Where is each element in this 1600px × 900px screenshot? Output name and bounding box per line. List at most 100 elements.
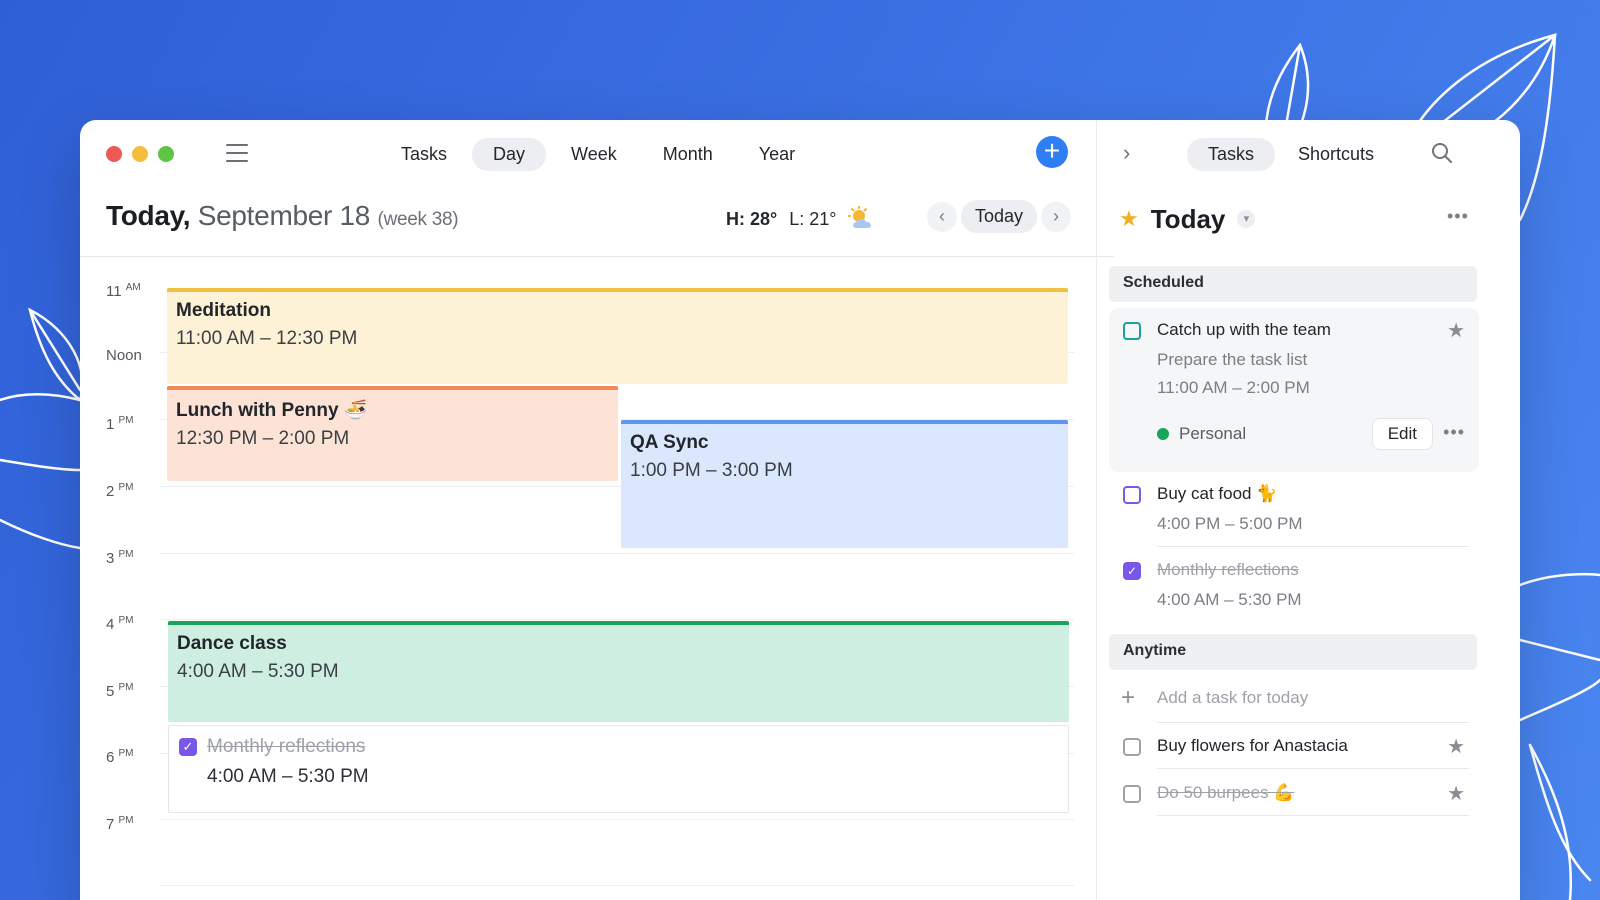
sidebar-title: Today <box>1150 203 1226 234</box>
sidebar-tabs: Tasks Shortcuts <box>1187 138 1395 171</box>
task-time: 4:00 PM – 5:00 PM <box>1157 514 1303 533</box>
event-title: QA Sync <box>630 432 709 453</box>
today-label: Today, <box>106 200 191 231</box>
minimize-window-button[interactable] <box>132 146 148 162</box>
tab-week[interactable]: Week <box>550 138 638 171</box>
plus-icon[interactable]: + <box>1036 136 1068 168</box>
hour-label: 4 PM <box>106 615 134 633</box>
event-title: Lunch with Penny 🍜 <box>176 400 368 421</box>
edit-button[interactable]: Edit <box>1371 418 1433 450</box>
sidebar-header: ★ Today ▾ <box>1119 202 1479 236</box>
more-icon[interactable]: ••• <box>1447 206 1469 227</box>
task-monthly-reflections[interactable]: ✓ Monthly reflections 4:00 AM – 5:30 PM <box>168 725 1069 813</box>
plus-icon: + <box>1121 684 1136 711</box>
task-separator <box>1157 815 1469 816</box>
event-qa-sync[interactable]: QA Sync 1:00 PM – 3:00 PM <box>621 420 1068 548</box>
date-navigation: ‹ Today › <box>926 200 1071 233</box>
hour-label: 11 AM <box>106 282 141 300</box>
section-anytime: Anytime <box>1109 634 1477 670</box>
add-task-placeholder: Add a task for today <box>1157 688 1309 707</box>
tasks-sidebar: › Tasks Shortcuts ★ Today ▾ ••• Schedule… <box>1096 120 1520 900</box>
checkbox[interactable] <box>1123 785 1141 803</box>
hour-label: 3 PM <box>106 549 134 567</box>
task-title: Buy cat food 🐈 <box>1157 484 1278 503</box>
tag-label: Personal <box>1179 424 1247 443</box>
event-time: 4:00 AM – 5:30 PM <box>207 766 369 787</box>
task-title: Do 50 burpees 💪 <box>1157 783 1295 802</box>
tag-dot <box>1157 428 1169 440</box>
star-icon: ★ <box>1119 206 1139 231</box>
hour-gridline <box>160 553 1074 554</box>
date-header: Today, September 18 (week 38) H: 28° L: … <box>106 200 1071 244</box>
list-item[interactable]: Buy cat food 🐈 4:00 PM – 5:00 PM <box>1109 480 1479 546</box>
task-time: 11:00 AM – 2:00 PM <box>1157 378 1310 397</box>
more-icon[interactable]: ••• <box>1443 422 1465 443</box>
checkbox[interactable] <box>1123 738 1141 756</box>
star-icon[interactable]: ★ <box>1447 318 1465 343</box>
task-separator <box>1157 722 1469 723</box>
tab-sidebar-shortcuts[interactable]: Shortcuts <box>1277 138 1395 171</box>
task-subtitle: Prepare the task list <box>1157 350 1308 369</box>
tab-day[interactable]: Day <box>472 138 547 171</box>
close-window-button[interactable] <box>106 146 122 162</box>
chevron-right-icon[interactable]: › <box>1123 140 1130 166</box>
task-card[interactable]: Catch up with the team ★ Prepare the tas… <box>1109 308 1479 472</box>
hour-label: 5 PM <box>106 682 134 700</box>
task-time: 4:00 AM – 5:30 PM <box>1157 590 1302 609</box>
title-bar: Tasks Day Week Month Year + <box>80 120 1114 184</box>
event-title: Dance class <box>177 633 287 654</box>
partly-sunny-icon <box>848 206 872 228</box>
hour-label: 7 PM <box>106 815 134 833</box>
task-title: Monthly reflections <box>1157 560 1299 579</box>
list-item[interactable]: ✓ Monthly reflections 4:00 AM – 5:30 PM <box>1109 556 1479 622</box>
list-item[interactable]: Buy flowers for Anastacia ★ <box>1109 732 1479 772</box>
event-meditation[interactable]: Meditation 11:00 AM – 12:30 PM <box>167 288 1068 384</box>
high-temp: H: 28° <box>726 208 778 229</box>
chevron-left-icon[interactable]: ‹ <box>926 201 957 232</box>
event-time: 1:00 PM – 3:00 PM <box>630 460 793 481</box>
star-icon[interactable]: ★ <box>1447 781 1465 806</box>
search-icon[interactable] <box>1431 142 1453 164</box>
week-label: (week 38) <box>377 209 459 230</box>
list-item[interactable]: Do 50 burpees 💪 ★ <box>1109 779 1479 819</box>
check-icon[interactable]: ✓ <box>1123 562 1141 580</box>
tag-personal[interactable]: Personal <box>1157 424 1246 444</box>
checkbox[interactable] <box>1123 322 1141 340</box>
low-temp: L: 21° <box>789 208 837 229</box>
event-lunch[interactable]: Lunch with Penny 🍜 12:30 PM – 2:00 PM <box>167 386 618 481</box>
hour-label: Noon <box>106 347 142 364</box>
hamburger-icon[interactable] <box>226 144 248 162</box>
hour-label: 2 PM <box>106 482 134 500</box>
tab-tasks[interactable]: Tasks <box>380 138 468 171</box>
check-icon[interactable]: ✓ <box>179 738 197 756</box>
hour-label: 6 PM <box>106 748 134 766</box>
star-icon[interactable]: ★ <box>1447 734 1465 759</box>
task-title: Catch up with the team <box>1157 320 1331 339</box>
maximize-window-button[interactable] <box>158 146 174 162</box>
event-time: 11:00 AM – 12:30 PM <box>176 328 358 349</box>
event-time: 4:00 AM – 5:30 PM <box>177 661 339 682</box>
hour-label: 1 PM <box>106 415 134 433</box>
event-time: 12:30 PM – 2:00 PM <box>176 428 350 449</box>
section-scheduled: Scheduled <box>1109 266 1477 302</box>
today-button[interactable]: Today <box>960 200 1037 233</box>
task-separator <box>1157 768 1469 769</box>
hour-gridline <box>160 885 1074 886</box>
weather-widget: H: 28° L: 21° <box>726 206 876 232</box>
view-switcher: Tasks Day Week Month Year <box>380 138 816 171</box>
tab-month[interactable]: Month <box>642 138 734 171</box>
chevron-down-icon[interactable]: ▾ <box>1237 210 1256 228</box>
event-title: Meditation <box>176 300 271 321</box>
app-window: Tasks Day Week Month Year + Today, Septe… <box>80 120 1520 900</box>
chevron-right-icon[interactable]: › <box>1041 201 1071 232</box>
date-label: September 18 <box>197 200 371 231</box>
task-separator <box>1157 546 1469 547</box>
checkbox[interactable] <box>1123 486 1141 504</box>
day-timeline: 11 AM Noon 1 PM 2 PM 3 PM 4 PM 5 PM 6 PM… <box>80 257 1114 900</box>
add-task-row[interactable]: + Add a task for today <box>1109 680 1479 720</box>
hour-gridline <box>160 619 1074 620</box>
tab-year[interactable]: Year <box>738 138 816 171</box>
event-title: Monthly reflections <box>207 736 366 757</box>
tab-sidebar-tasks[interactable]: Tasks <box>1187 138 1276 171</box>
event-dance-class[interactable]: Dance class 4:00 AM – 5:30 PM <box>168 621 1069 722</box>
